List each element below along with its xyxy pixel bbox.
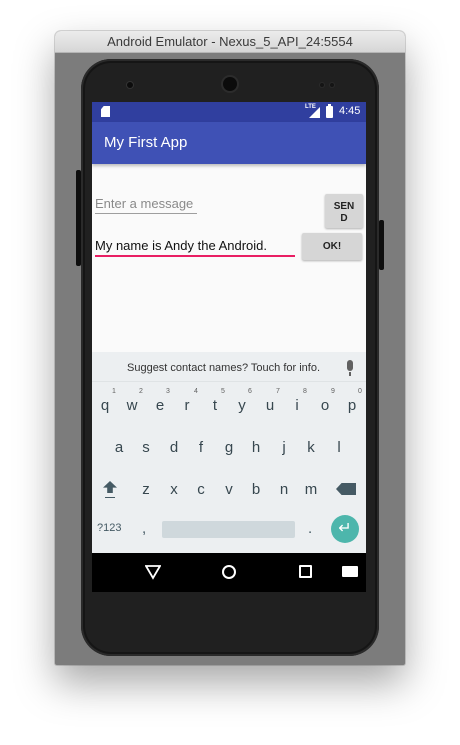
key-t[interactable]: t bbox=[203, 392, 227, 420]
key-x[interactable]: x bbox=[162, 476, 186, 504]
app-title: My First App bbox=[104, 134, 188, 151]
microphone-icon[interactable] bbox=[347, 360, 353, 376]
battery-icon bbox=[326, 104, 333, 118]
suggestion-strip[interactable]: Suggest contact names? Touch for info. bbox=[92, 352, 366, 382]
message-input[interactable] bbox=[95, 194, 197, 214]
send-button[interactable]: SEND bbox=[325, 194, 363, 228]
light-sensor-icon bbox=[330, 83, 334, 87]
key-b[interactable]: b bbox=[244, 476, 268, 504]
key-d[interactable]: d bbox=[162, 434, 186, 462]
proximity-sensor-icon bbox=[320, 83, 324, 87]
window-title: Android Emulator - Nexus_5_API_24:5554 bbox=[55, 31, 405, 53]
sd-card-icon bbox=[101, 106, 110, 117]
enter-key-icon[interactable]: ↵ bbox=[331, 515, 359, 543]
key-v[interactable]: v bbox=[217, 476, 241, 504]
shift-underline-icon bbox=[105, 497, 115, 498]
recent-apps-icon[interactable] bbox=[299, 565, 312, 578]
status-bar: LTE 4:45 bbox=[92, 102, 366, 122]
keyboard-switch-icon[interactable] bbox=[342, 566, 358, 577]
key-l[interactable]: l bbox=[327, 434, 351, 462]
home-icon[interactable] bbox=[222, 565, 236, 579]
navigation-bar bbox=[92, 553, 366, 592]
key-e[interactable]: e bbox=[148, 392, 172, 420]
space-key[interactable] bbox=[162, 521, 295, 538]
status-time: 4:45 bbox=[339, 105, 361, 117]
power-button[interactable] bbox=[379, 220, 384, 270]
ok-button[interactable]: OK! bbox=[302, 233, 362, 260]
key-m[interactable]: m bbox=[299, 476, 323, 504]
network-type: LTE bbox=[305, 104, 316, 110]
key-c[interactable]: c bbox=[189, 476, 213, 504]
key-r[interactable]: r bbox=[175, 392, 199, 420]
front-sensor-icon bbox=[127, 82, 133, 88]
key-k[interactable]: k bbox=[299, 434, 323, 462]
key-j[interactable]: j bbox=[272, 434, 296, 462]
key-f[interactable]: f bbox=[189, 434, 213, 462]
suggestion-text: Suggest contact names? Touch for info. bbox=[127, 362, 321, 374]
name-input[interactable] bbox=[95, 235, 295, 257]
period-key[interactable]: . bbox=[308, 520, 312, 537]
key-z[interactable]: z bbox=[134, 476, 158, 504]
key-w[interactable]: w bbox=[120, 392, 144, 420]
front-camera-icon bbox=[223, 77, 237, 91]
key-u[interactable]: u bbox=[258, 392, 282, 420]
symbols-key[interactable]: ?123 bbox=[97, 522, 121, 534]
app-bar: My First App bbox=[92, 122, 366, 164]
key-o[interactable]: o bbox=[313, 392, 337, 420]
key-y[interactable]: y bbox=[230, 392, 254, 420]
key-g[interactable]: g bbox=[217, 434, 241, 462]
device-screen: LTE 4:45 My First App SEND OK! Suggest c… bbox=[92, 102, 366, 592]
key-q[interactable]: q bbox=[93, 392, 117, 420]
key-s[interactable]: s bbox=[134, 434, 158, 462]
back-icon[interactable] bbox=[145, 564, 161, 580]
key-h[interactable]: h bbox=[244, 434, 268, 462]
comma-key[interactable]: , bbox=[142, 520, 146, 537]
key-i[interactable]: i bbox=[285, 392, 309, 420]
key-n[interactable]: n bbox=[272, 476, 296, 504]
key-p[interactable]: p bbox=[340, 392, 364, 420]
key-a[interactable]: a bbox=[107, 434, 131, 462]
